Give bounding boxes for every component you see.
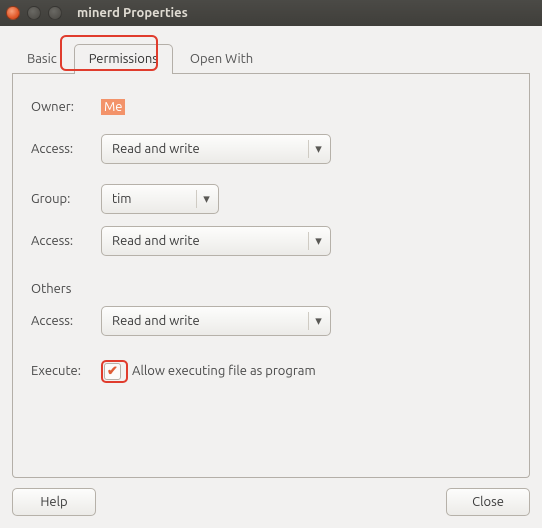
group-access-label: Access: [31, 234, 101, 248]
tab-basic[interactable]: Basic [12, 44, 72, 74]
title-bar: minerd Properties [0, 0, 542, 26]
chevron-down-icon: ▾ [308, 312, 322, 330]
window-maximize-button[interactable] [48, 6, 62, 20]
others-access-combobox[interactable]: Read and write ▾ [101, 306, 331, 336]
group-label: Group: [31, 192, 101, 206]
others-access-value: Read and write [112, 314, 200, 328]
chevron-down-icon: ▾ [308, 232, 322, 250]
chevron-down-icon: ▾ [196, 190, 210, 208]
annotation-highlight-checkbox: ✔ [101, 360, 128, 383]
group-combobox[interactable]: tim ▾ [101, 184, 219, 214]
tab-bar: Basic Permissions Open With [0, 26, 542, 74]
execute-checkbox-label[interactable]: Allow executing file as program [132, 364, 316, 378]
execute-label: Execute: [31, 364, 101, 378]
tab-open-with[interactable]: Open With [175, 44, 268, 74]
owner-access-label: Access: [31, 142, 101, 156]
owner-label: Owner: [31, 100, 101, 114]
window-close-button[interactable] [6, 6, 20, 20]
chevron-down-icon: ▾ [308, 140, 322, 158]
tab-permissions[interactable]: Permissions [74, 44, 173, 74]
dialog-footer: Help Close [0, 488, 542, 528]
others-section-label: Others [31, 282, 511, 296]
window-minimize-button[interactable] [27, 6, 41, 20]
group-access-value: Read and write [112, 234, 200, 248]
owner-value: Me [101, 100, 125, 114]
owner-access-combobox[interactable]: Read and write ▾ [101, 134, 331, 164]
group-value: tim [112, 192, 132, 206]
others-access-label: Access: [31, 314, 101, 328]
execute-checkbox[interactable]: ✔ [104, 363, 121, 380]
window-title: minerd Properties [77, 6, 188, 20]
group-access-combobox[interactable]: Read and write ▾ [101, 226, 331, 256]
close-button[interactable]: Close [446, 488, 530, 516]
owner-access-value: Read and write [112, 142, 200, 156]
permissions-panel: Owner: Me Access: Read and write ▾ Group… [12, 74, 530, 478]
help-button[interactable]: Help [12, 488, 96, 516]
